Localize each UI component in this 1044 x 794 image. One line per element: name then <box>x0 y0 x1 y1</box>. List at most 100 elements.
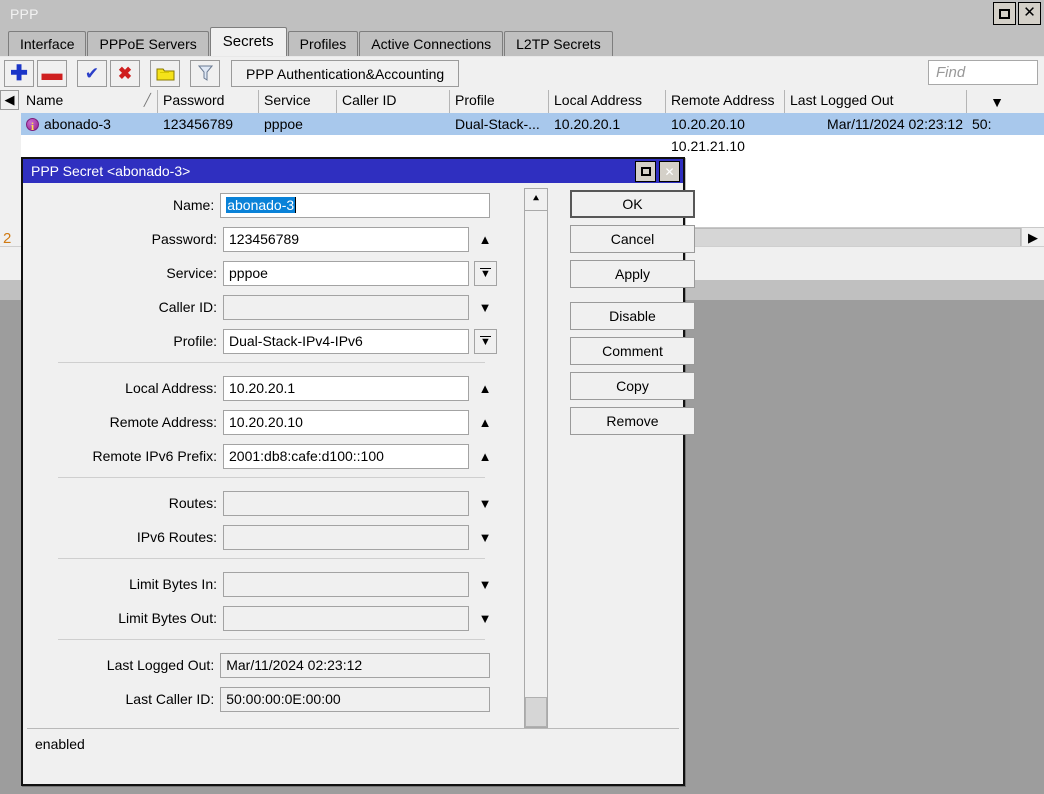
cell-last-caller-id: 50: <box>967 113 1027 135</box>
arrow-down-icon[interactable]: ▼ <box>471 491 499 516</box>
input-local-address[interactable]: 10.20.20.1 <box>223 376 469 401</box>
copy-button[interactable]: Copy <box>570 372 695 400</box>
scroll-up-button[interactable]: ⯅ <box>525 189 547 211</box>
cell-name: abonado-3 <box>21 113 158 135</box>
column-header-local-address[interactable]: Local Address <box>549 90 666 113</box>
find-input[interactable]: Find <box>928 60 1038 85</box>
input-service[interactable]: pppoe <box>223 261 469 286</box>
field-row-local-address: Local Address: 10.20.20.1 ▲ <box>23 375 520 401</box>
ppp-auth-accounting-button[interactable]: PPP Authentication&Accounting <box>231 60 459 87</box>
column-header-profile[interactable]: Profile <box>450 90 549 113</box>
label-limit-bytes-in: Limit Bytes In: <box>23 576 223 592</box>
field-row-last-caller-id: Last Caller ID: 50:00:00:0E:00:00 <box>23 686 520 712</box>
dialog-close-button[interactable]: ✕ <box>659 161 680 182</box>
tab-secrets[interactable]: Secrets <box>210 27 287 56</box>
dropdown-profile-button[interactable]: ▼ <box>474 329 497 354</box>
cell-service: pppoe <box>259 113 337 135</box>
divider <box>58 639 485 640</box>
table-header-row: Name ╱ Password Service Caller ID Profil… <box>21 90 1044 114</box>
label-last-logged-out: Last Logged Out: <box>23 657 220 673</box>
filter-icon <box>198 65 213 82</box>
dialog-vertical-scrollbar[interactable]: ⯅ ⯆ <box>524 188 548 750</box>
apply-button[interactable]: Apply <box>570 260 695 288</box>
tab-interface[interactable]: Interface <box>8 31 86 56</box>
input-remote-ipv6-prefix[interactable]: 2001:db8:cafe:d100::100 <box>223 444 469 469</box>
label-password: Password: <box>23 231 223 247</box>
disable-button[interactable]: Disable <box>570 302 695 330</box>
input-last-caller-id: 50:00:00:0E:00:00 <box>220 687 490 712</box>
arrow-up-icon[interactable]: ▲ <box>471 227 499 252</box>
close-icon: ✕ <box>664 165 674 179</box>
input-password[interactable]: 123456789 <box>223 227 469 252</box>
dialog-button-column: OK Cancel Apply Disable Comment Copy Rem… <box>570 190 695 442</box>
input-remote-address[interactable]: 10.20.20.10 <box>223 410 469 435</box>
input-routes[interactable] <box>223 491 469 516</box>
column-header-remote-address[interactable]: Remote Address <box>666 90 785 113</box>
arrow-down-icon[interactable]: ▼ <box>471 525 499 550</box>
spacer <box>492 653 520 678</box>
maximize-icon <box>641 167 651 176</box>
field-row-caller-id: Caller ID: ▼ <box>23 294 520 320</box>
field-row-service: Service: pppoe ▼ <box>23 260 520 286</box>
vscroll-track[interactable] <box>525 211 547 697</box>
dialog-window-controls: ✕ <box>635 161 680 182</box>
input-caller-id[interactable] <box>223 295 469 320</box>
ok-button[interactable]: OK <box>570 190 695 218</box>
dropdown-service-button[interactable]: ▼ <box>474 261 497 286</box>
tab-pppoe-servers[interactable]: PPPoE Servers <box>87 31 208 56</box>
add-button[interactable]: ✚ <box>4 60 34 87</box>
cell-password: 123456789 <box>158 113 259 135</box>
cell-last-logged-out <box>785 135 967 157</box>
field-row-last-logged-out: Last Logged Out: Mar/11/2024 02:23:12 <box>23 652 520 678</box>
column-header-name[interactable]: Name ╱ <box>21 90 158 113</box>
field-row-routes: Routes: ▼ <box>23 490 520 516</box>
dialog-maximize-button[interactable] <box>635 161 656 182</box>
label-profile: Profile: <box>23 333 223 349</box>
label-name: Name: <box>23 197 220 213</box>
remove-button[interactable]: Remove <box>570 407 695 435</box>
ppp-secret-dialog: PPP Secret <abonado-3> ✕ Name: abonado-3… <box>21 157 685 786</box>
remove-button[interactable]: ▬ <box>37 60 67 87</box>
input-ipv6-routes[interactable] <box>223 525 469 550</box>
enable-button[interactable]: ✔ <box>77 60 107 87</box>
cell-name <box>21 135 158 157</box>
input-limit-bytes-out[interactable] <box>223 606 469 631</box>
cell-caller-id <box>337 113 450 135</box>
tab-profiles[interactable]: Profiles <box>288 31 359 56</box>
arrow-down-icon[interactable]: ▼ <box>471 295 499 320</box>
table-row[interactable]: 10.21.21.10 <box>21 135 1044 157</box>
field-row-remote-address: Remote Address: 10.20.20.10 ▲ <box>23 409 520 435</box>
cell-profile: Dual-Stack-... <box>450 113 549 135</box>
disable-button[interactable]: ✖ <box>110 60 140 87</box>
column-header-password[interactable]: Password <box>158 90 259 113</box>
input-name[interactable]: abonado-3 <box>220 193 490 218</box>
maximize-button[interactable] <box>993 2 1016 25</box>
arrow-up-icon[interactable]: ▲ <box>471 376 499 401</box>
cell-last-caller-id <box>967 135 1027 157</box>
table-row[interactable]: abonado-3 123456789 pppoe Dual-Stack-...… <box>21 113 1044 135</box>
column-header-last-logged-out[interactable]: Last Logged Out <box>785 90 967 113</box>
comment-button[interactable]: Comment <box>570 337 695 365</box>
scroll-left-button[interactable]: ◀ <box>0 90 19 110</box>
scroll-right-button[interactable]: ▶ <box>1021 228 1044 247</box>
tab-l2tp-secrets[interactable]: L2TP Secrets <box>504 31 613 56</box>
arrow-up-icon[interactable]: ▲ <box>471 444 499 469</box>
column-header-caller-id[interactable]: Caller ID <box>337 90 450 113</box>
tab-active-connections[interactable]: Active Connections <box>359 31 503 56</box>
column-menu-button[interactable]: ▼ <box>967 90 1027 113</box>
close-button[interactable]: ✕ <box>1018 2 1041 25</box>
filter-button[interactable] <box>190 60 220 87</box>
text-caret <box>295 197 296 213</box>
input-limit-bytes-in[interactable] <box>223 572 469 597</box>
dialog-body: Name: abonado-3 Password: 123456789 ▲ Se… <box>23 183 683 762</box>
input-profile[interactable]: Dual-Stack-IPv4-IPv6 <box>223 329 469 354</box>
arrow-up-icon[interactable]: ▲ <box>471 410 499 435</box>
column-header-service[interactable]: Service <box>259 90 337 113</box>
label-ipv6-routes: IPv6 Routes: <box>23 529 223 545</box>
comment-button[interactable] <box>150 60 180 87</box>
plus-icon: ✚ <box>10 63 28 84</box>
vscroll-thumb[interactable] <box>525 697 547 727</box>
cancel-button[interactable]: Cancel <box>570 225 695 253</box>
arrow-down-icon[interactable]: ▼ <box>471 572 499 597</box>
arrow-down-icon[interactable]: ▼ <box>471 606 499 631</box>
